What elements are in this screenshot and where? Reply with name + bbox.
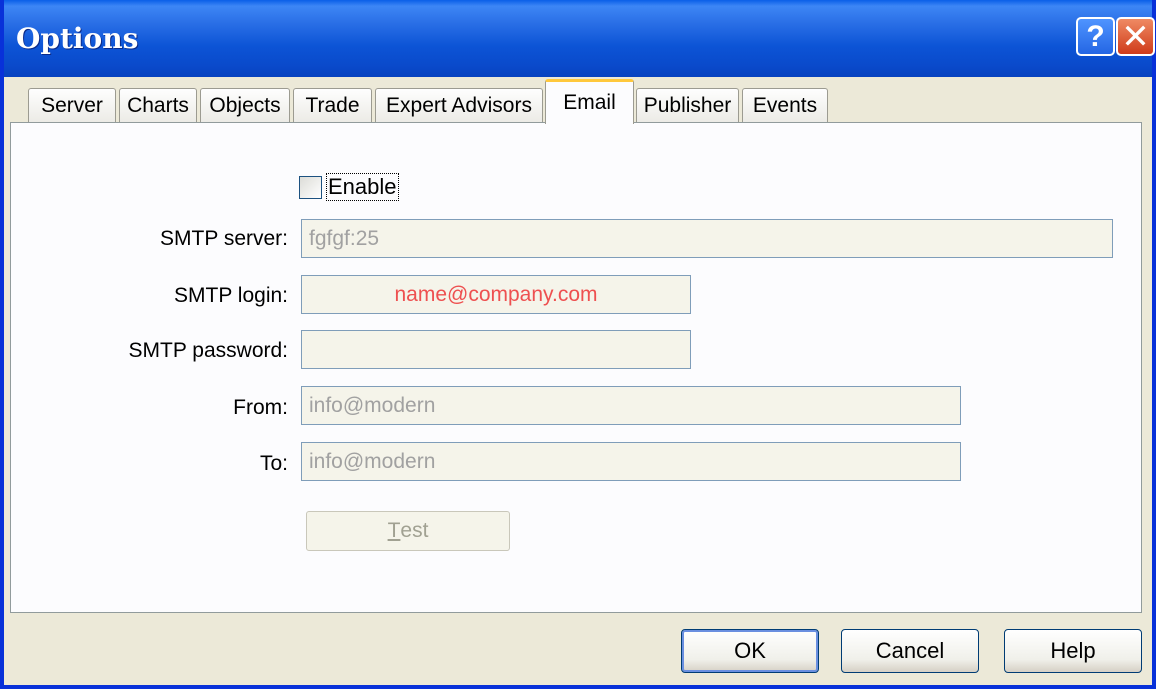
smtp-server-field[interactable]: fgfgf:25 [301, 219, 1113, 258]
smtp-server-label: SMTP server: [160, 227, 288, 250]
to-label: To: [259, 452, 288, 475]
smtp-login-field[interactable]: name@company.com [301, 275, 691, 314]
enable-checkbox-row[interactable]: Enable [299, 172, 399, 202]
ok-button[interactable]: OK [681, 629, 819, 673]
help-icon[interactable]: ? [1076, 17, 1115, 56]
enable-checkbox[interactable] [299, 175, 322, 199]
close-icon[interactable]: ✕ [1116, 17, 1155, 56]
tab-events[interactable]: Events [742, 88, 828, 122]
tab-expert-advisors[interactable]: Expert Advisors [375, 88, 543, 122]
smtp-password-label: SMTP password: [128, 339, 289, 362]
test-button-mnemonic: T [387, 519, 401, 542]
smtp-password-field[interactable] [301, 330, 691, 369]
to-field[interactable]: info@modern [301, 442, 961, 481]
smtp-login-label: SMTP login: [174, 284, 288, 307]
test-button-label: est [400, 519, 429, 542]
from-field[interactable]: info@modern [301, 386, 961, 425]
cancel-button[interactable]: Cancel [841, 629, 979, 673]
title-bar[interactable]: Options ? ✕ [4, 0, 1155, 77]
tab-trade[interactable]: Trade [293, 88, 372, 122]
tab-email[interactable]: Email [545, 79, 634, 124]
tab-publisher[interactable]: Publisher [636, 88, 739, 122]
tab-server[interactable]: Server [28, 88, 116, 122]
enable-label[interactable]: Enable [326, 173, 399, 201]
window-title: Options [16, 22, 139, 55]
help-button[interactable]: Help [1004, 629, 1142, 673]
from-label: From: [233, 396, 288, 419]
tab-charts[interactable]: Charts [119, 88, 197, 122]
test-button[interactable]: Test [306, 511, 510, 551]
tab-objects[interactable]: Objects [200, 88, 290, 122]
